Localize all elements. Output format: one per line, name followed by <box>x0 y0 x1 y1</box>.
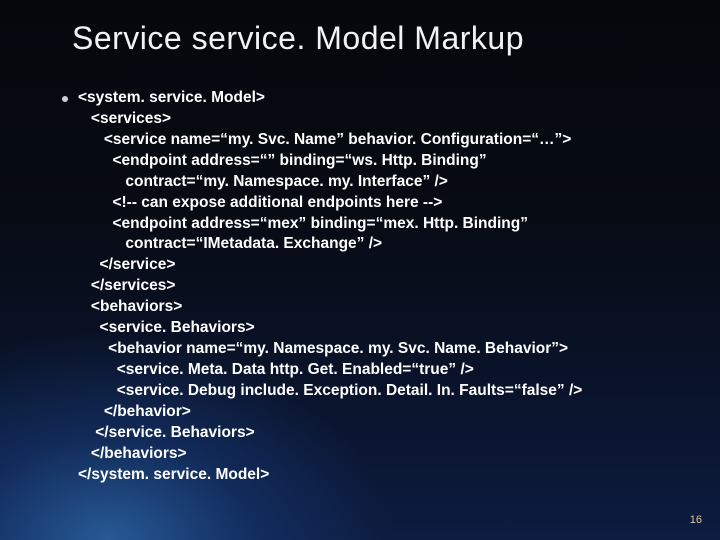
slide: Service service. Model Markup <system. s… <box>0 0 720 540</box>
page-number: 16 <box>690 514 702 526</box>
code-block: <system. service. Model> <services> <ser… <box>78 88 582 486</box>
slide-body: <system. service. Model> <services> <ser… <box>62 88 690 486</box>
slide-title: Service service. Model Markup <box>72 20 524 57</box>
bullet-item: <system. service. Model> <services> <ser… <box>62 88 690 486</box>
bullet-icon <box>62 96 68 102</box>
